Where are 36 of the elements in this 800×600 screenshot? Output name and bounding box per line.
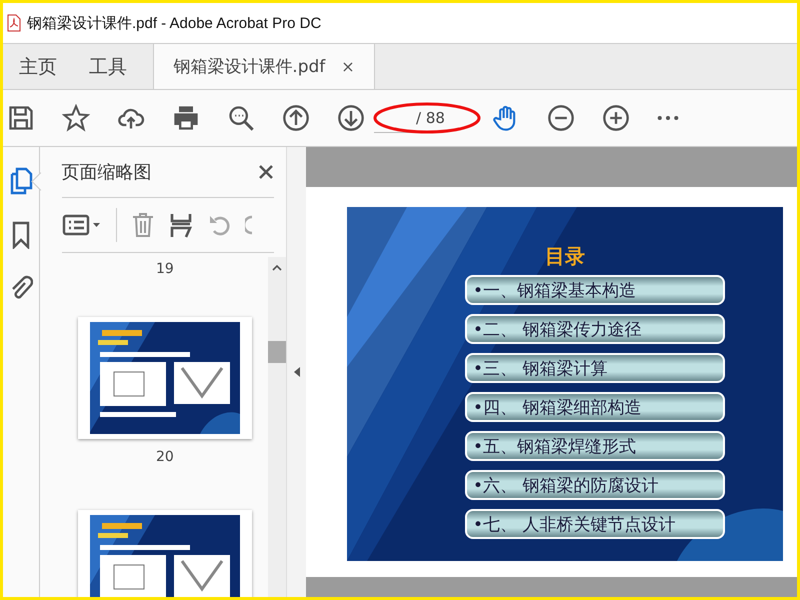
collapse-arrow-icon[interactable] xyxy=(294,367,300,377)
contents-item: •六、 钢箱梁的防腐设计 xyxy=(465,470,725,500)
arrow-up-icon[interactable] xyxy=(282,104,310,132)
scrollbar-thumb[interactable] xyxy=(268,341,286,363)
insert-page-icon[interactable] xyxy=(168,212,193,238)
page-count: / 88 xyxy=(416,109,445,127)
scroll-up-icon[interactable] xyxy=(272,265,282,271)
zoom-in-icon[interactable] xyxy=(602,104,630,132)
tab-label: 钢箱梁设计课件.pdf xyxy=(173,56,326,78)
panel-title: 页面缩略图 xyxy=(62,161,152,184)
close-icon[interactable] xyxy=(258,164,274,180)
options-icon[interactable] xyxy=(62,213,102,237)
contents-item: •三、 钢箱梁计算 xyxy=(465,353,725,383)
zoom-out-icon[interactable] xyxy=(547,104,575,132)
nav-tab[interactable]: 工具 xyxy=(73,44,143,89)
document-tab[interactable]: 钢箱梁设计课件.pdf × xyxy=(153,44,375,89)
contents-item: •一、钢箱梁基本构造 xyxy=(465,275,725,305)
page-number: 20 xyxy=(156,449,174,465)
pdf-file-icon xyxy=(7,14,21,32)
window-title: 钢箱梁设计课件.pdf - Adobe Acrobat Pro DC xyxy=(27,14,322,32)
save-icon[interactable] xyxy=(7,104,35,132)
print-icon[interactable] xyxy=(172,104,200,132)
contents-item: •五、钢箱梁焊缝形式 xyxy=(465,431,725,461)
page-number: 19 xyxy=(156,261,174,277)
nav-tab[interactable]: 主页 xyxy=(3,44,73,89)
pages-icon[interactable] xyxy=(8,167,33,195)
close-tab-button[interactable]: × xyxy=(341,57,355,76)
contents-item: •四、 钢箱梁细部构造 xyxy=(465,392,725,422)
star-icon[interactable] xyxy=(62,104,90,132)
contents-item: •七、 人非桥关键节点设计 xyxy=(465,509,725,539)
trash-icon[interactable] xyxy=(130,212,155,238)
slide-title: 目录 xyxy=(545,243,585,270)
more-icon[interactable] xyxy=(657,115,679,121)
contents-item: •二、 钢箱梁传力途径 xyxy=(465,314,725,344)
arrow-down-icon[interactable] xyxy=(337,104,365,132)
search-icon[interactable] xyxy=(227,104,255,132)
